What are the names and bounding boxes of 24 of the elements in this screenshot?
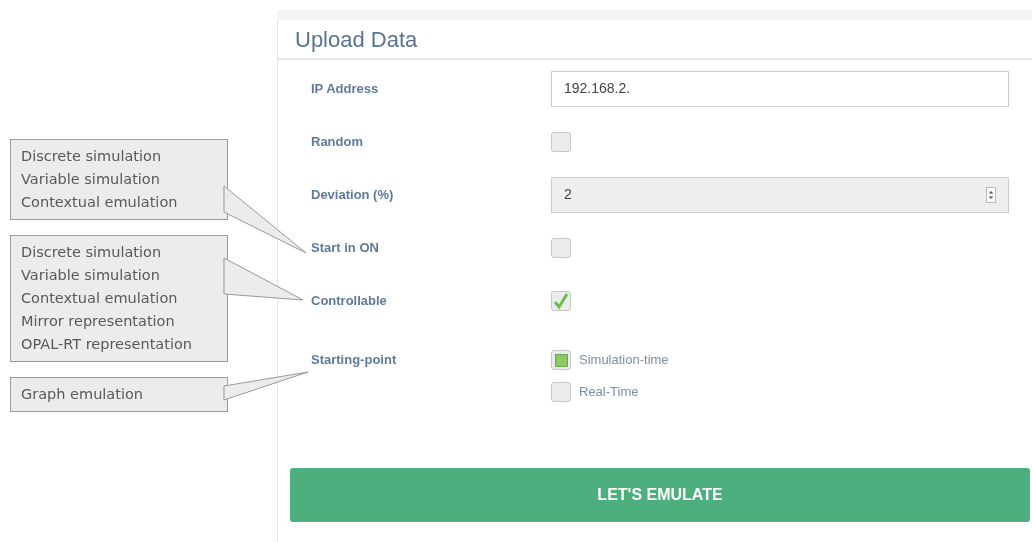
callout-text: OPAL-RT representation [21, 335, 194, 354]
radio-button[interactable] [551, 350, 571, 370]
field-label: Deviation (%) [311, 185, 395, 204]
callout-text: Discrete simulation [21, 147, 163, 166]
callout-text: Graph emulation [21, 385, 144, 404]
callout-text: Contextual emulation [21, 193, 179, 212]
callout-text: Mirror representation [21, 312, 176, 331]
radio-button[interactable] [551, 382, 571, 402]
field-label: Controllable [311, 291, 388, 310]
field-label: IP Address [311, 79, 380, 98]
option-label: Real-Time [579, 383, 639, 402]
input-field[interactable]: 192.168.2. [551, 70, 1009, 107]
callout-text: Contextual emulation [21, 289, 179, 308]
callout-text: Variable simulation [21, 170, 161, 189]
checkbox[interactable] [551, 237, 571, 258]
callout-text: Variable simulation [21, 266, 161, 285]
option-label: Simulation-time [579, 351, 669, 370]
field-label: Random [311, 132, 364, 151]
form-title: Upload Data [295, 26, 418, 54]
checkbox[interactable] [551, 290, 571, 311]
checkbox[interactable] [551, 131, 571, 152]
field-label: Start in ON [311, 238, 380, 257]
callout-text: Discrete simulation [21, 243, 163, 262]
field-label: Starting-point [311, 351, 398, 369]
